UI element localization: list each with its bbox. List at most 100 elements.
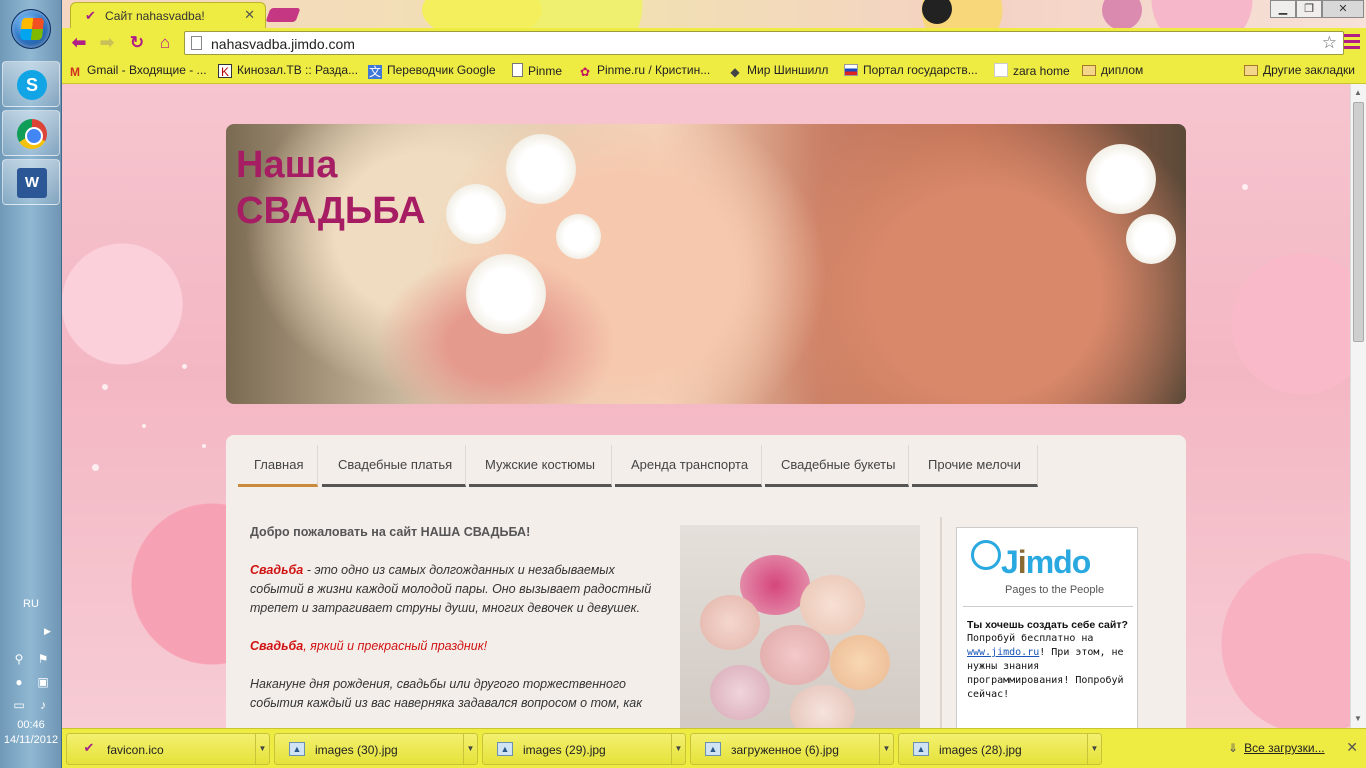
bookmark-label: Мир Шиншилл bbox=[747, 63, 829, 77]
page-scrollbar[interactable]: ▲ ▼ bbox=[1350, 84, 1366, 728]
highlight-word: Свадьба bbox=[250, 563, 304, 577]
nav-wedding-bouquets[interactable]: Свадебные букеты bbox=[765, 445, 909, 487]
address-bar[interactable]: nahasvadba.jimdo.com ☆ bbox=[184, 31, 1344, 55]
taskbar-chrome[interactable] bbox=[2, 110, 60, 156]
nav-wedding-dresses[interactable]: Свадебные платья bbox=[322, 445, 466, 487]
chinchilla-icon: ◆ bbox=[730, 65, 740, 79]
back-arrow-icon[interactable]: ⬅ bbox=[68, 32, 90, 54]
tray-expand-icon[interactable]: ▶ bbox=[44, 626, 51, 637]
download-menu-icon[interactable]: ▼ bbox=[879, 734, 893, 764]
intro-paragraph-3: Накануне дня рождения, свадьбы или друго… bbox=[250, 677, 643, 710]
check-favicon-icon: ✔ bbox=[85, 8, 96, 23]
ad-separator bbox=[963, 606, 1133, 607]
nav-transport-rental[interactable]: Аренда транспорта bbox=[615, 445, 762, 487]
home-icon[interactable]: ⌂ bbox=[154, 32, 176, 54]
shelf-close-icon[interactable]: ✕ bbox=[1346, 739, 1358, 756]
jimdo-logo[interactable]: Jimdo Pages to the People bbox=[971, 538, 1121, 598]
close-window-button[interactable]: ✕ bbox=[1322, 0, 1364, 18]
restore-button[interactable]: ❐ bbox=[1296, 0, 1322, 18]
bookmark-pinme-ru[interactable]: ✿ Pinme.ru / Кристин... bbox=[578, 63, 710, 79]
bookmark-gmail[interactable]: M Gmail - Входящие - ... bbox=[68, 63, 207, 79]
scroll-thumb[interactable] bbox=[1353, 102, 1364, 342]
tab-strip: ✔ Сайт nahasvadba! ✕ ▁ ❐ ✕ bbox=[62, 0, 1366, 28]
jimdo-tagline: Pages to the People bbox=[1005, 584, 1105, 596]
bookmark-pinme[interactable]: Pinme bbox=[512, 63, 562, 79]
bookmark-label: Gmail - Входящие - ... bbox=[87, 63, 207, 77]
download-item[interactable]: ✔ favicon.ico ▼ bbox=[66, 733, 270, 765]
tab-active[interactable]: ✔ Сайт nahasvadba! ✕ bbox=[70, 2, 266, 28]
all-downloads-link[interactable]: ⇓ Все загрузки... bbox=[1228, 741, 1325, 755]
nav-home[interactable]: Главная bbox=[238, 445, 318, 487]
folder-icon bbox=[1244, 65, 1258, 76]
image-file-icon: ▲ bbox=[497, 742, 513, 756]
bookmark-translate[interactable]: 文 Переводчик Google bbox=[368, 63, 496, 79]
column-divider bbox=[940, 517, 942, 728]
jimdo-ad[interactable]: Jimdo Pages to the People Ты хочешь созд… bbox=[956, 527, 1138, 728]
page-icon bbox=[191, 36, 202, 50]
new-tab-button[interactable] bbox=[265, 8, 301, 22]
taskbar-word[interactable]: W bbox=[2, 159, 60, 205]
deco-dot bbox=[422, 0, 542, 28]
reload-icon[interactable]: ↻ bbox=[126, 32, 148, 54]
minimize-button[interactable]: ▁ bbox=[1270, 0, 1296, 18]
other-bookmarks[interactable]: Другие закладки bbox=[1244, 63, 1355, 79]
nav-mens-suits[interactable]: Мужские костюмы bbox=[469, 445, 612, 487]
bookmark-kinozal[interactable]: K Кинозал.ТВ :: Разда... bbox=[218, 63, 358, 79]
blank-icon bbox=[994, 63, 1008, 77]
sparkle bbox=[1242, 184, 1248, 190]
download-name: загруженное (6).jpg bbox=[731, 743, 839, 757]
chrome-icon bbox=[17, 119, 47, 149]
bookmark-gosuslugi[interactable]: Портал государств... bbox=[844, 63, 978, 79]
download-menu-icon[interactable]: ▼ bbox=[1087, 734, 1101, 764]
bookmark-chinchilla[interactable]: ◆ Мир Шиншилл bbox=[728, 63, 828, 79]
bookmark-zara-home[interactable]: zara home bbox=[994, 63, 1070, 79]
chrome-menu-icon[interactable] bbox=[1344, 34, 1360, 50]
jimdo-link[interactable]: www.jimdo.ru bbox=[967, 647, 1039, 658]
blossom bbox=[466, 254, 546, 334]
clock[interactable]: 00:46 14/11/2012 bbox=[0, 718, 62, 748]
bouquet-photo bbox=[680, 525, 920, 728]
blossom bbox=[1126, 214, 1176, 264]
download-item[interactable]: ▲ images (30).jpg ▼ bbox=[274, 733, 478, 765]
display-icon[interactable]: ▭ bbox=[12, 698, 26, 712]
download-name: images (30).jpg bbox=[315, 743, 398, 757]
clock-date: 14/11/2012 bbox=[3, 734, 59, 746]
download-item[interactable]: ▲ загруженное (6).jpg ▼ bbox=[690, 733, 894, 765]
start-button[interactable] bbox=[11, 9, 51, 49]
paragraph-text: - это одно из самых долгожданных и незаб… bbox=[250, 563, 652, 615]
ad-line1: Попробуй бесплатно на bbox=[967, 633, 1094, 644]
taskbar-skype[interactable]: S bbox=[2, 61, 60, 107]
download-shelf: ✔ favicon.ico ▼ ▲ images (30).jpg ▼ ▲ im… bbox=[62, 728, 1366, 768]
page-icon bbox=[512, 63, 523, 77]
antivirus-icon[interactable]: ● bbox=[12, 675, 26, 689]
sparkle bbox=[182, 364, 187, 369]
forward-arrow-icon[interactable]: ➡ bbox=[96, 32, 118, 54]
download-name: images (28).jpg bbox=[939, 743, 1022, 757]
flag-icon[interactable]: ⚑ bbox=[36, 652, 50, 666]
bookmark-label: Переводчик Google bbox=[387, 63, 496, 77]
language-indicator[interactable]: RU bbox=[0, 598, 62, 610]
download-name: favicon.ico bbox=[107, 743, 164, 757]
site-title: Наша СВАДЬБА bbox=[236, 142, 426, 234]
bookmark-folder-diplom[interactable]: диплом bbox=[1082, 63, 1143, 79]
download-menu-icon[interactable]: ▼ bbox=[671, 734, 685, 764]
scroll-down-icon[interactable]: ▼ bbox=[1354, 714, 1362, 723]
tab-close-icon[interactable]: ✕ bbox=[244, 7, 255, 23]
download-item[interactable]: ▲ images (29).jpg ▼ bbox=[482, 733, 686, 765]
pin-icon: ✿ bbox=[579, 65, 591, 79]
scroll-up-icon[interactable]: ▲ bbox=[1354, 88, 1362, 97]
kinozal-icon: K bbox=[218, 64, 232, 79]
download-menu-icon[interactable]: ▼ bbox=[463, 734, 477, 764]
tab-title: Сайт nahasvadba! bbox=[105, 9, 205, 23]
usb-icon[interactable]: ▣ bbox=[36, 675, 50, 689]
volume-icon[interactable]: ♪ bbox=[36, 698, 50, 712]
jimdo-smile-icon bbox=[971, 540, 1001, 570]
download-item[interactable]: ▲ images (28).jpg ▼ bbox=[898, 733, 1102, 765]
flower bbox=[710, 665, 770, 720]
gmail-icon: M bbox=[70, 65, 80, 79]
download-menu-icon[interactable]: ▼ bbox=[255, 734, 269, 764]
nav-misc[interactable]: Прочие мелочи bbox=[912, 445, 1038, 487]
bookmark-star-icon[interactable]: ☆ bbox=[1322, 33, 1337, 53]
network-icon[interactable]: ⚲ bbox=[12, 652, 26, 666]
address-url[interactable]: nahasvadba.jimdo.com bbox=[211, 36, 355, 52]
